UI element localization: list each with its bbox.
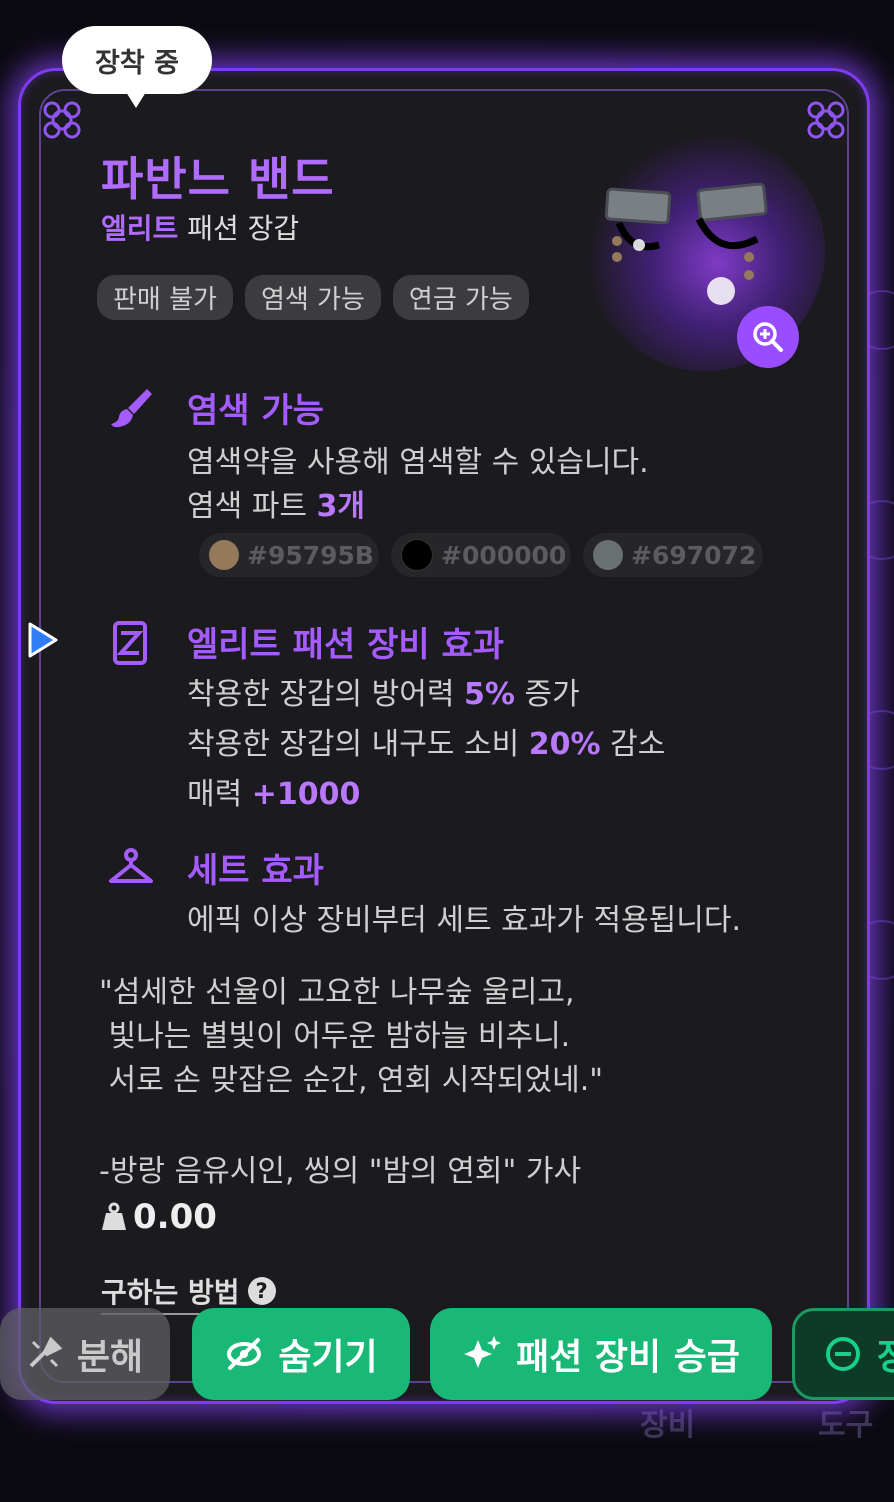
effect-text: 착용한 장갑의 내구도 소비	[187, 727, 520, 762]
dye-color-chip: #000000	[391, 533, 571, 577]
unequip-label: 장	[877, 1337, 894, 1378]
effect-value: +1000	[251, 777, 361, 812]
fashion-card-icon	[113, 621, 147, 665]
set-effect-title: 세트 효과	[187, 851, 324, 891]
dye-color-list: #95795B #000000 #697072	[199, 533, 763, 577]
hide-label: 숨기기	[278, 1337, 378, 1378]
elite-effect-title: 엘리트 패션 장비 효과	[187, 625, 505, 665]
tag-chip: 판매 불가	[97, 275, 233, 320]
elite-effect-line: 착용한 장갑의 방어력 5% 증가	[187, 669, 580, 713]
disassemble-button[interactable]: 분해	[0, 1308, 170, 1400]
brush-icon	[111, 389, 152, 428]
help-icon: ?	[247, 1277, 276, 1305]
effect-text: 매력	[187, 777, 243, 812]
dye-color-code: #000000	[441, 540, 567, 570]
glove-bracelet-image	[604, 183, 768, 305]
disassemble-label: 분해	[76, 1337, 144, 1378]
dye-parts-label: 염색 파트	[187, 489, 307, 524]
dye-color-chip: #697072	[583, 533, 763, 577]
dye-color-code: #697072	[631, 540, 757, 570]
hanger-icon	[109, 848, 153, 883]
dye-color-swatch	[401, 539, 433, 571]
unequip-button[interactable]: 장	[792, 1308, 894, 1400]
effect-suffix: 감소	[610, 727, 666, 762]
elite-effect-line: 매력 +1000	[187, 769, 360, 813]
effect-text: 착용한 장갑의 방어력	[187, 677, 455, 712]
dye-color-code: #95795B	[247, 540, 374, 570]
tag-chip: 염색 가능	[244, 275, 381, 320]
zoom-in-button[interactable]	[737, 306, 799, 368]
fashion-upgrade-label: 패션 장비 승급	[516, 1337, 740, 1378]
left-background-panel	[0, 140, 20, 1260]
action-button-bar: 분해 숨기기 패션 장비 승급 장	[0, 1308, 894, 1404]
dye-parts: 염색 파트 3개	[187, 481, 365, 525]
item-name: 파반느 밴드	[101, 152, 335, 206]
hide-button[interactable]: 숨기기	[192, 1308, 410, 1400]
dye-title: 염색 가능	[187, 391, 324, 431]
flavor-author: -방랑 음유시인, 씽의 "밤의 연회" 가사	[99, 1154, 582, 1189]
set-effect-description: 에픽 이상 장비부터 세트 효과가 적용됩니다.	[187, 903, 742, 938]
sparkle-icon	[464, 1336, 502, 1368]
dye-color-chip: #95795B	[199, 533, 379, 577]
how-to-obtain-label: 구하는 방법	[101, 1276, 240, 1309]
flavor-quote: "섬세한 선율이 고요한 나무숲 울리고, 빛나는 별빛이 어두운 밤하늘 비추…	[99, 975, 604, 1098]
effect-value: 20%	[528, 727, 601, 762]
item-weight: 0.00	[101, 1197, 217, 1237]
fashion-upgrade-button[interactable]: 패션 장비 승급	[430, 1308, 772, 1400]
corner-knot-icon	[43, 101, 81, 139]
item-type: 엘리트 패션 장갑	[101, 207, 299, 247]
bottom-nav-tools: 도구	[818, 1408, 874, 1443]
dye-description: 염색약을 사용해 염색할 수 있습니다.	[187, 445, 649, 480]
dye-color-swatch	[593, 540, 623, 570]
zoom-in-icon	[753, 322, 783, 352]
weight-value: 0.00	[133, 1197, 217, 1237]
equipped-badge: 장착 중	[62, 26, 212, 108]
dye-color-swatch	[209, 540, 239, 570]
item-grade: 엘리트	[101, 212, 179, 245]
tag-chip: 연금 가능	[392, 275, 529, 320]
weight-icon	[102, 1202, 126, 1230]
dye-parts-count: 3개	[316, 489, 365, 524]
item-tags: 판매 불가 염색 가능 연금 가능	[97, 275, 529, 320]
effect-value: 5%	[464, 677, 515, 712]
eye-off-icon	[227, 1338, 262, 1370]
disassemble-icon	[29, 1336, 63, 1368]
item-tooltip-card: 파반느 밴드 엘리트 패션 장갑 판매 불가 염색 가능 연금 가능 염색 가능…	[18, 68, 870, 1404]
item-category: 패션 장갑	[187, 212, 300, 245]
pointer-icon	[28, 622, 58, 658]
effect-suffix: 증가	[524, 677, 580, 712]
minus-circle-icon	[826, 1337, 860, 1371]
elite-effect-line: 착용한 장갑의 내구도 소비 20% 감소	[187, 719, 665, 763]
corner-knot-icon	[807, 101, 845, 139]
bottom-nav-equipment: 장비	[640, 1408, 696, 1443]
